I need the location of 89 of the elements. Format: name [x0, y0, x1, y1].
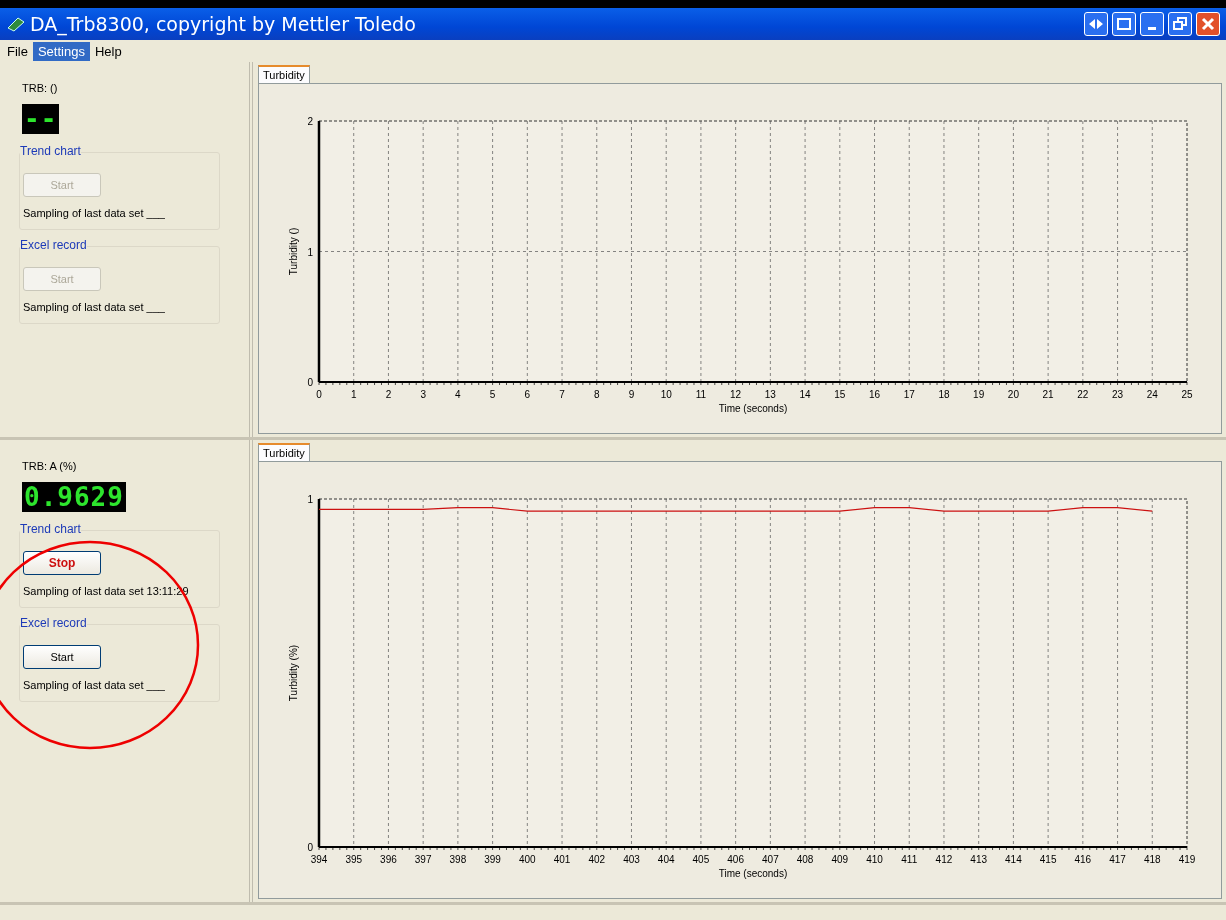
- x-tick-label: 418: [1143, 854, 1161, 865]
- group-title: Trend chart: [20, 144, 81, 158]
- sampling-status: Sampling of last data set ___: [23, 301, 165, 313]
- x-tick-label: 17: [903, 389, 915, 400]
- sampling-status: Sampling of last data set ___: [23, 679, 165, 691]
- x-tick-label: 407: [762, 854, 779, 865]
- close-button[interactable]: [1196, 12, 1220, 36]
- x-tick-label: 417: [1109, 854, 1126, 865]
- start-button[interactable]: Start: [23, 645, 101, 669]
- channel-label: TRB: A (%): [22, 460, 77, 472]
- window-icon[interactable]: [1112, 12, 1136, 36]
- x-tick-label: 396: [380, 854, 397, 865]
- x-tick-label: 16: [868, 389, 881, 400]
- x-tick-label: 12: [730, 389, 742, 400]
- x-tick-label: 414: [1005, 854, 1022, 865]
- x-tick-label: 9: [628, 389, 635, 400]
- y-tick-label: 1: [307, 494, 313, 505]
- x-tick-label: 405: [692, 854, 710, 865]
- menu-item[interactable]: Help: [89, 41, 127, 61]
- sampling-status: Sampling of last data set ___: [23, 207, 165, 219]
- y-tick-label: 2: [307, 116, 313, 127]
- x-tick-label: 24: [1146, 389, 1158, 400]
- x-tick-label: 412: [935, 854, 953, 865]
- minimize-button[interactable]: [1140, 12, 1164, 36]
- x-tick-label: 400: [519, 854, 536, 865]
- window-title: DA_Trb8300, copyright by Mettler Toledo: [30, 13, 417, 35]
- x-tick-label: 395: [345, 854, 363, 865]
- x-tick-label: 6: [524, 389, 531, 400]
- x-tick-label: 3: [420, 389, 426, 400]
- x-axis-title: Time (seconds): [718, 868, 788, 879]
- x-tick-label: 4: [455, 389, 461, 400]
- x-tick-label: 7: [559, 389, 565, 400]
- x-tick-label: 13: [764, 389, 776, 400]
- menu-item[interactable]: Settings: [32, 41, 90, 61]
- restore-button[interactable]: [1168, 12, 1192, 36]
- x-axis-title: Time (seconds): [718, 403, 788, 414]
- x-tick-label: 15: [834, 389, 846, 400]
- x-tick-label: 411: [901, 854, 918, 865]
- chart-tab[interactable]: Turbidity: [258, 65, 310, 83]
- x-tick-label: 19: [973, 389, 985, 400]
- group-title: Excel record: [20, 616, 87, 630]
- x-tick-label: 408: [796, 854, 814, 865]
- y-axis-title: Turbidity (): [288, 227, 299, 276]
- x-tick-label: 413: [970, 854, 987, 865]
- x-tick-label: 398: [449, 854, 467, 865]
- x-tick-label: 20: [1007, 389, 1019, 400]
- x-tick-label: 394: [310, 854, 328, 865]
- x-tick-label: 1: [350, 389, 357, 400]
- arrows-icon[interactable]: [1084, 12, 1108, 36]
- x-tick-label: 23: [1112, 389, 1124, 400]
- digital-display: --: [22, 104, 60, 134]
- x-tick-label: 404: [657, 854, 675, 865]
- chart-tab[interactable]: Turbidity: [258, 443, 310, 461]
- x-tick-label: 0: [316, 389, 322, 400]
- y-tick-label: 0: [307, 377, 313, 388]
- x-tick-label: 419: [1178, 854, 1196, 865]
- x-tick-label: 397: [414, 854, 432, 865]
- app-icon: [6, 16, 26, 32]
- group-title: Trend chart: [20, 522, 81, 536]
- x-tick-label: 10: [660, 389, 672, 400]
- group-title: Excel record: [20, 238, 87, 252]
- x-tick-label: 8: [594, 389, 600, 400]
- x-tick-label: 11: [695, 389, 707, 400]
- y-tick-label: 1: [307, 246, 313, 258]
- x-tick-label: 401: [553, 854, 571, 865]
- x-tick-label: 415: [1039, 854, 1057, 865]
- x-tick-label: 21: [1042, 389, 1054, 400]
- restore-icon: [1173, 17, 1187, 31]
- y-axis-title: Turbidity (%): [288, 644, 299, 702]
- x-tick-label: 14: [799, 389, 811, 400]
- digital-display: 0.9629: [22, 482, 126, 512]
- channel-label: TRB: (): [22, 82, 58, 94]
- x-tick-label: 25: [1181, 389, 1193, 400]
- x-tick-label: 5: [489, 389, 496, 400]
- x-tick-label: 409: [831, 854, 849, 865]
- x-tick-label: 399: [484, 854, 501, 865]
- menu-item[interactable]: File: [2, 41, 33, 61]
- x-tick-label: 22: [1077, 389, 1089, 400]
- x-tick-label: 2: [385, 389, 392, 400]
- x-tick-label: 18: [938, 389, 950, 400]
- x-tick-label: 403: [623, 854, 640, 865]
- y-tick-label: 0: [307, 842, 313, 853]
- x-tick-label: 406: [727, 854, 744, 865]
- x-tick-label: 410: [866, 854, 883, 865]
- minimize-icon: [1148, 26, 1156, 30]
- x-tick-label: 402: [588, 854, 606, 865]
- close-icon: [1201, 17, 1215, 31]
- stop-button[interactable]: Stop: [23, 551, 101, 575]
- x-tick-label: 416: [1074, 854, 1092, 865]
